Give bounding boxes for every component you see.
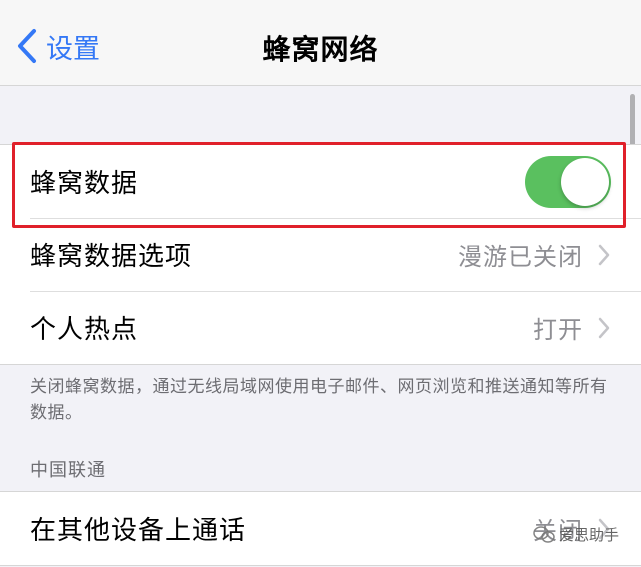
toggle-knob [561, 157, 609, 206]
cellular-data-options-label: 蜂窝数据选项 [30, 242, 193, 272]
watermark: 爱思助手 [533, 524, 619, 545]
cellular-data-toggle[interactable] [525, 155, 611, 208]
chevron-right-icon [598, 244, 610, 265]
cellular-settings-group: 蜂窝数据 蜂窝数据选项 漫游已关闭 个人热点 打开 [0, 144, 641, 365]
cellular-data-footnote: 关闭蜂窝数据，通过无线局域网使用电子邮件、网页浏览和推送通知等所有数据。 [30, 377, 608, 423]
chevron-right-icon [598, 317, 610, 338]
calls-on-other-devices-label: 在其他设备上通话 [30, 516, 247, 546]
watermark-text: 爱思助手 [558, 526, 619, 544]
cellular-data-label: 蜂窝数据 [30, 169, 139, 199]
page-title: 蜂窝网络 [262, 33, 379, 66]
navigation-bar: 设置 蜂窝网络 [0, 0, 641, 86]
personal-hotspot-label: 个人热点 [30, 315, 139, 345]
personal-hotspot-row[interactable]: 个人热点 打开 [0, 291, 641, 364]
cellular-data-options-row[interactable]: 蜂窝数据选项 漫游已关闭 [0, 218, 641, 291]
hotspot-status-value: 打开 [533, 316, 583, 344]
cellular-data-row: 蜂窝数据 [0, 145, 641, 218]
roaming-status-value: 漫游已关闭 [458, 243, 583, 271]
wechat-icon [533, 525, 555, 543]
carrier-section-header: 中国联通 [30, 460, 106, 481]
